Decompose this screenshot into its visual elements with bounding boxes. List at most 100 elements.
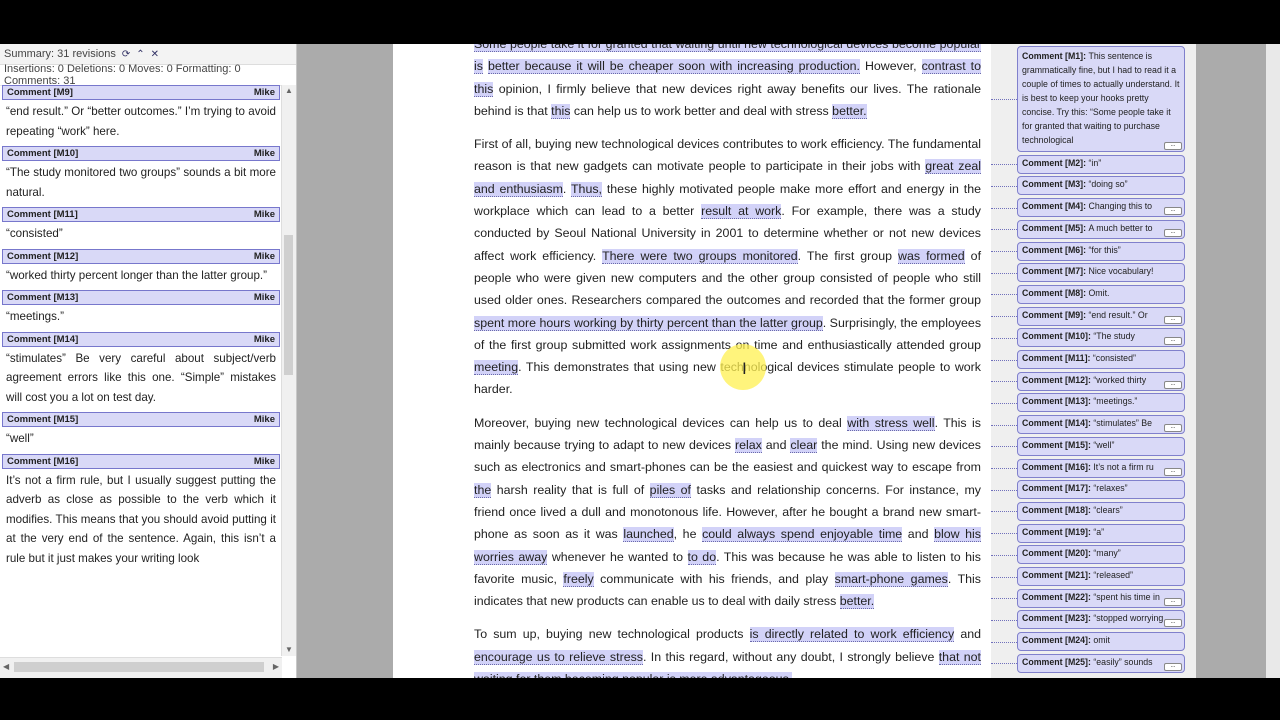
comment-more-button[interactable]: ... (1164, 207, 1182, 216)
comment-balloon[interactable]: Comment [M2]: “in” (1017, 154, 1185, 174)
revision-stats: Insertions: 0 Deletions: 0 Moves: 0 Form… (0, 63, 296, 87)
document-page: Some people take it for granted that wai… (393, 44, 991, 678)
comment-balloon-label: Comment [M9]: (1022, 309, 1089, 320)
comment-balloon-text: Nice vocabulary! (1088, 266, 1154, 277)
scroll-down-arrow-icon[interactable]: ▼ (282, 644, 296, 656)
comment-balloon-text: This sentence is grammatically fine, but… (1022, 51, 1180, 145)
comment-balloon[interactable]: Comment [M1]: This sentence is grammatic… (1017, 46, 1185, 152)
comment-balloon[interactable]: Comment [M9]: “end result.” Or... (1017, 306, 1185, 326)
comment-balloon[interactable]: Comment [M19]: “a” (1017, 523, 1185, 543)
paragraph-intro[interactable]: Some people take it for granted that wai… (474, 44, 981, 122)
comment-balloon[interactable]: Comment [M25]: “easily” sounds... (1017, 653, 1185, 673)
collapse-icon[interactable]: ⌃ (136, 49, 144, 60)
comment-balloon[interactable]: Comment [M10]: “The study... (1017, 328, 1185, 348)
comment-balloon[interactable]: Comment [M21]: “released” (1017, 567, 1185, 586)
revision-entry[interactable]: Comment [M16] Mike It’s not a firm rule, … (0, 453, 282, 574)
comment-balloon[interactable]: Comment [M3]: “doing so” (1017, 176, 1185, 196)
comment-balloon[interactable]: Comment [M20]: “many” (1017, 545, 1185, 565)
paragraph-body-2[interactable]: Moreover, buying new technological devic… (474, 412, 982, 613)
comment-balloon-text: “worked thirty (1093, 374, 1147, 385)
comment-more-button[interactable]: ... (1164, 619, 1182, 628)
comment-connector-line (991, 359, 1017, 361)
comment-connector-line (991, 402, 1017, 404)
comment-balloon-label: Comment [M24]: (1022, 635, 1094, 646)
revision-entry-text[interactable]: It’s not a firm rule, but I usually sugg… (0, 469, 282, 574)
close-icon[interactable]: ✕ (151, 49, 159, 60)
scroll-up-arrow-icon[interactable]: ▲ (282, 85, 296, 97)
revision-summary: Summary: 31 revisions (4, 48, 116, 60)
comment-balloon[interactable]: Comment [M11]: “consisted” (1017, 350, 1185, 369)
comment-balloon-label: Comment [M15]: (1022, 439, 1094, 450)
comment-more-button[interactable]: ... (1164, 315, 1182, 324)
comment-balloon[interactable]: Comment [M18]: “clears” (1017, 501, 1185, 521)
comment-balloon[interactable]: Comment [M7]: Nice vocabulary! (1017, 263, 1185, 283)
revision-entry[interactable]: Comment [M9] Mike “end result.” Or “bette… (0, 85, 282, 146)
comment-balloon[interactable]: Comment [M22]: “spent his time in... (1017, 588, 1185, 608)
revision-entry-text[interactable]: “well” (0, 427, 282, 454)
comment-connector-line (991, 533, 1017, 535)
revision-entry[interactable]: Comment [M14] Mike “stimulates” Be very c… (0, 331, 282, 413)
comment-balloon-text: “well” (1093, 439, 1115, 450)
comment-balloon-label: Comment [M10]: (1022, 331, 1094, 342)
comment-more-button[interactable]: ... (1164, 380, 1182, 389)
comment-more-button[interactable]: ... (1164, 228, 1182, 237)
comment-balloon-text: “many” (1093, 548, 1121, 559)
scroll-right-arrow-icon[interactable]: ▶ (273, 662, 279, 671)
comment-balloon[interactable]: Comment [M13]: “meetings.” (1017, 393, 1185, 413)
comment-connector-line (991, 576, 1017, 578)
reviewing-pane-hscrollbar[interactable]: ◀ ▶ (0, 657, 282, 678)
comment-balloon[interactable]: Comment [M5]: A much better to... (1017, 219, 1185, 239)
revision-entry[interactable]: Comment [M12] Mike “worked thirty percent… (0, 248, 282, 291)
comment-balloon[interactable]: Comment [M15]: “well” (1017, 436, 1185, 456)
text-cursor-icon: I (742, 359, 747, 378)
comment-more-button[interactable]: ... (1164, 142, 1182, 150)
revision-entry[interactable]: Comment [M10] Mike “The study monitored t… (0, 146, 282, 207)
comment-balloon[interactable]: Comment [M8]: Omit. (1017, 284, 1185, 304)
revision-entry-text[interactable]: “The study monitored two groups” sounds … (0, 161, 282, 207)
comment-balloon-label: Comment [M18]: (1022, 504, 1094, 515)
comment-balloon-text: It’s not a firm ru (1093, 461, 1154, 472)
document-scrollbar[interactable] (1266, 44, 1280, 678)
revision-entry[interactable]: Comment [M15] Mike “well” (0, 412, 282, 454)
revision-entry-text[interactable]: “worked thirty percent longer than the l… (0, 264, 282, 291)
reviewing-pane-scrollbar[interactable]: ▲ ▼ (281, 85, 296, 656)
comment-more-button[interactable]: ... (1164, 597, 1182, 606)
comment-connector-line (991, 663, 1017, 665)
comment-balloon[interactable]: Comment [M12]: “worked thirty... (1017, 371, 1185, 391)
comment-more-button[interactable]: ... (1164, 337, 1182, 346)
document-area: Some people take it for granted that wai… (297, 44, 1280, 678)
revision-entry-header: Comment [M15] Mike (2, 412, 280, 427)
revision-entry[interactable]: Comment [M11] Mike “consisted” (0, 207, 282, 249)
scrollbar-thumb[interactable] (284, 235, 293, 375)
comment-balloon[interactable]: Comment [M14]: “stimulates” Be... (1017, 415, 1185, 435)
comment-balloon-text: A much better to (1088, 222, 1153, 233)
revision-entry-text[interactable]: “meetings.” (0, 305, 282, 332)
comment-connector-line (991, 511, 1017, 513)
revision-entry-text[interactable]: “consisted” (0, 222, 282, 249)
comment-more-button[interactable]: ... (1164, 662, 1182, 671)
refresh-icon[interactable]: ⟳ (122, 49, 130, 60)
comment-balloon-text: “stopped worrying (1093, 613, 1164, 624)
reviewing-pane-header: Summary: 31 revisions ⟳ ⌃ ✕ (0, 44, 296, 65)
comment-balloon-label: Comment [M4]: (1022, 201, 1089, 212)
comment-balloon[interactable]: Comment [M17]: “relaxes” (1017, 480, 1185, 500)
comment-more-button[interactable]: ... (1164, 424, 1182, 433)
comment-balloon[interactable]: Comment [M24]: omit (1017, 632, 1185, 652)
comment-connector-line (991, 251, 1017, 252)
comment-balloon[interactable]: Comment [M4]: Changing this to... (1017, 198, 1185, 218)
revision-entry-text[interactable]: “stimulates” Be very careful about subje… (0, 347, 282, 413)
revision-entry[interactable]: Comment [M13] Mike “meetings.” (0, 290, 282, 332)
comment-balloon[interactable]: Comment [M23]: “stopped worrying... (1017, 610, 1185, 630)
revision-entry-header: Comment [M13] Mike (2, 290, 280, 305)
revision-entry-text[interactable]: “end result.” Or “better outcomes.” I’m … (0, 100, 282, 146)
comment-balloon[interactable]: Comment [M6]: “for this” (1017, 241, 1185, 261)
scroll-left-arrow-icon[interactable]: ◀ (3, 662, 9, 671)
comment-more-button[interactable]: ... (1164, 467, 1182, 476)
paragraph-conclusion[interactable]: To sum up, buying new technological prod… (474, 623, 981, 678)
hscrollbar-thumb[interactable] (14, 662, 264, 672)
comment-connector-line (991, 207, 1017, 209)
comment-balloon[interactable]: Comment [M16]: It’s not a firm ru... (1017, 458, 1185, 478)
comment-connector-line (991, 641, 1017, 643)
comment-balloon-label: Comment [M23]: (1022, 613, 1094, 624)
comment-balloon-label: Comment [M3]: (1022, 179, 1089, 190)
